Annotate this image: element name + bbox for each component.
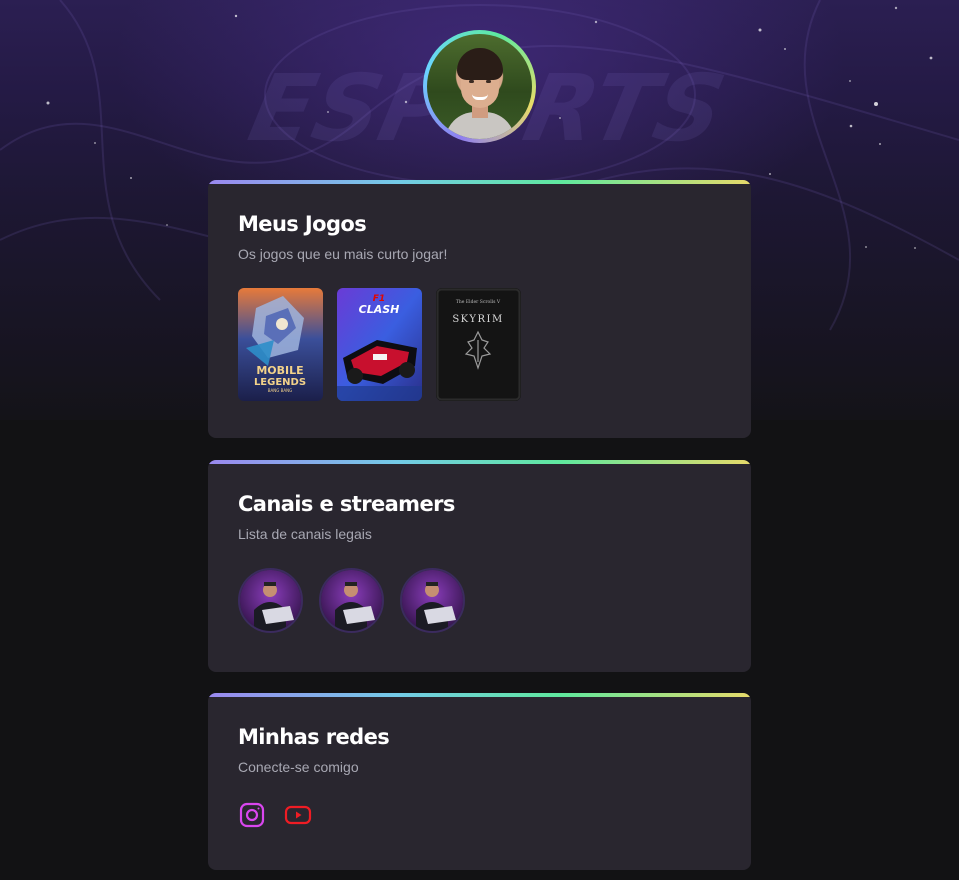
game-cover-skyrim[interactable]: The Elder Scrolls V SKYRIM [436,288,521,401]
channel-avatar[interactable] [400,568,465,633]
social-links [238,801,312,829]
profile-avatar [427,34,532,139]
games-list: MOBILE LEGENDS BANG BANG F1 CLASH The El… [238,288,521,401]
games-card-subtitle: Os jogos que eu mais curto jogar! [238,246,448,262]
profile-avatar-ring [423,30,536,143]
channels-list [238,568,465,633]
channels-card-subtitle: Lista de canais legais [238,526,372,542]
youtube-icon[interactable] [284,801,312,829]
social-card-subtitle: Conecte-se comigo [238,759,359,775]
instagram-icon[interactable] [238,801,266,829]
channels-card-title: Canais e streamers [238,492,455,516]
game-logo-line3: BANG BANG [268,388,292,393]
games-card: Meus Jogos Os jogos que eu mais curto jo… [208,180,751,438]
social-card-title: Minhas redes [238,725,390,749]
game-cover-mobile-legends[interactable]: MOBILE LEGENDS BANG BANG [238,288,323,401]
channel-avatar[interactable] [319,568,384,633]
game-logo-line2: LEGENDS [254,377,306,388]
social-card: Minhas redes Conecte-se comigo [208,693,751,870]
game-logo-line2: SKYRIM [452,314,503,325]
game-cover-f1-clash[interactable]: F1 CLASH [337,288,422,401]
game-logo-line1: The Elder Scrolls V [456,299,501,305]
game-logo-line1: MOBILE [256,364,303,377]
channels-card: Canais e streamers Lista de canais legai… [208,460,751,672]
channel-avatar[interactable] [238,568,303,633]
game-logo-line2: CLASH [359,303,400,316]
games-card-title: Meus Jogos [238,212,367,236]
